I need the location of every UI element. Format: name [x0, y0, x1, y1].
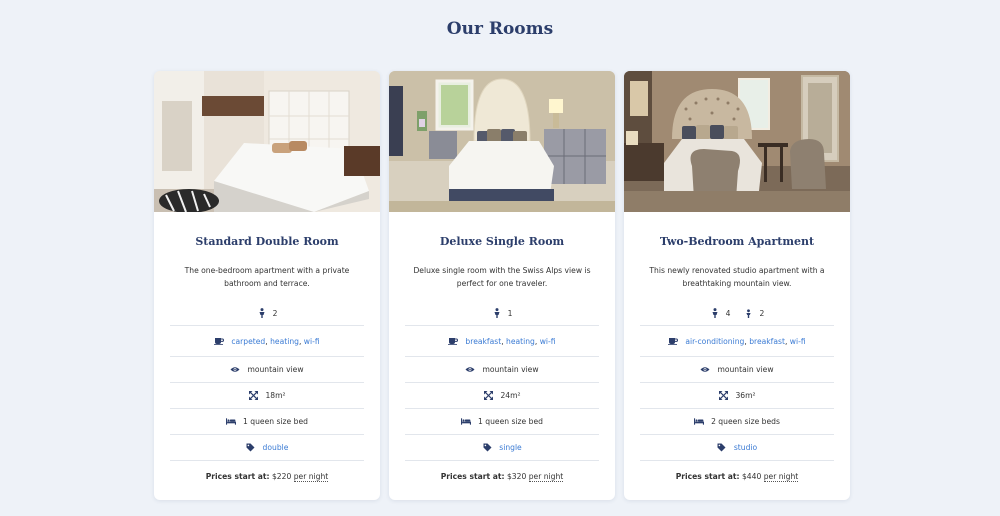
room-type-link[interactable]: studio	[734, 443, 757, 452]
amenities-row: air-conditioning, breakfast, wi-fi	[640, 326, 834, 357]
amenities-row: carpeted, heating, wi-fi	[170, 326, 364, 357]
person-icon	[257, 308, 267, 318]
room-card: Deluxe Single Room Deluxe single room wi…	[389, 71, 615, 500]
adults-count: 4	[725, 308, 731, 318]
amenity-link[interactable]: wi-fi	[304, 337, 320, 346]
room-card: Standard Double Room The one-bedroom apa…	[154, 71, 380, 500]
room-name: Two-Bedroom Apartment	[659, 235, 815, 248]
expand-arrows-icon	[483, 391, 493, 401]
size-row: 18m²	[170, 383, 364, 409]
room-view: mountain view	[482, 365, 539, 374]
adults-count: 2	[272, 308, 278, 318]
eye-icon	[700, 365, 710, 375]
tag-icon	[717, 443, 727, 453]
price-line: Prices start at: $440 per night	[624, 472, 850, 482]
room-beds: 1 queen size bed	[478, 417, 543, 426]
price-label: Prices start at:	[675, 472, 740, 481]
beds-row: 1 queen size bed	[170, 409, 364, 435]
amenity-link[interactable]: wi-fi	[540, 337, 556, 346]
children-count: 2	[759, 308, 765, 318]
bed-icon	[461, 417, 472, 427]
person-icon	[710, 308, 720, 318]
person-icon	[492, 308, 502, 318]
page-title: Our Rooms	[446, 19, 554, 39]
eye-icon	[465, 365, 475, 375]
room-description: The one-bedroom apartment with a private…	[184, 266, 350, 288]
price-unit: per night	[293, 472, 329, 482]
room-card: Two-Bedroom Apartment This newly renovat…	[624, 71, 850, 500]
amenity-link[interactable]: heating	[270, 337, 299, 346]
tag-row: studio	[640, 435, 834, 461]
room-view: mountain view	[247, 365, 304, 374]
adults-count: 1	[507, 308, 513, 318]
room-name: Standard Double Room	[195, 235, 339, 248]
room-type-link[interactable]: single	[499, 443, 521, 452]
amenity-link[interactable]: heating	[506, 337, 535, 346]
bed-icon	[694, 417, 705, 427]
amenity-link[interactable]: wi-fi	[790, 337, 806, 346]
view-row: mountain view	[640, 357, 834, 383]
room-photo[interactable]	[389, 71, 615, 212]
price-label: Prices start at:	[440, 472, 505, 481]
room-size: 18m²	[265, 391, 286, 400]
price-line: Prices start at: $320 per night	[389, 472, 615, 482]
bed-icon	[226, 417, 237, 427]
room-name: Deluxe Single Room	[439, 235, 565, 248]
room-description: This newly renovated studio apartment wi…	[649, 266, 825, 288]
size-row: 36m²	[640, 383, 834, 409]
occupancy-row: 1	[405, 301, 599, 326]
room-cards: Standard Double Room The one-bedroom apa…	[154, 71, 850, 500]
price-value: $320	[506, 472, 527, 481]
price-value: $440	[741, 472, 762, 481]
tag-row: single	[405, 435, 599, 461]
room-beds: 2 queen size beds	[711, 417, 780, 426]
child-icon	[744, 308, 754, 318]
coffee-cup-icon	[448, 336, 459, 346]
expand-arrows-icon	[718, 391, 728, 401]
size-row: 24m²	[405, 383, 599, 409]
room-type-link[interactable]: double	[263, 443, 289, 452]
room-photo[interactable]	[154, 71, 380, 212]
price-value: $220	[271, 472, 292, 481]
amenities-row: breakfast, heating, wi-fi	[405, 326, 599, 357]
tag-icon	[482, 443, 492, 453]
coffee-cup-icon	[214, 336, 225, 346]
amenity-link[interactable]: carpeted	[231, 337, 265, 346]
view-row: mountain view	[405, 357, 599, 383]
price-unit: per night	[763, 472, 799, 482]
view-row: mountain view	[170, 357, 364, 383]
room-size: 24m²	[500, 391, 521, 400]
room-beds: 1 queen size bed	[243, 417, 308, 426]
beds-row: 1 queen size bed	[405, 409, 599, 435]
beds-row: 2 queen size beds	[640, 409, 834, 435]
amenity-link[interactable]: air-conditioning	[685, 337, 744, 346]
amenity-link[interactable]: breakfast	[465, 337, 501, 346]
occupancy-row: 4 2	[640, 301, 834, 326]
eye-icon	[230, 365, 240, 375]
occupancy-row: 2	[170, 301, 364, 326]
price-unit: per night	[528, 472, 564, 482]
tag-icon	[246, 443, 256, 453]
expand-arrows-icon	[248, 391, 258, 401]
room-view: mountain view	[717, 365, 774, 374]
room-photo[interactable]	[624, 71, 850, 212]
price-line: Prices start at: $220 per night	[154, 472, 380, 482]
coffee-cup-icon	[668, 336, 679, 346]
room-description: Deluxe single room with the Swiss Alps v…	[413, 266, 591, 288]
room-size: 36m²	[735, 391, 756, 400]
tag-row: double	[170, 435, 364, 461]
amenity-link[interactable]: breakfast	[749, 337, 785, 346]
price-label: Prices start at:	[205, 472, 270, 481]
